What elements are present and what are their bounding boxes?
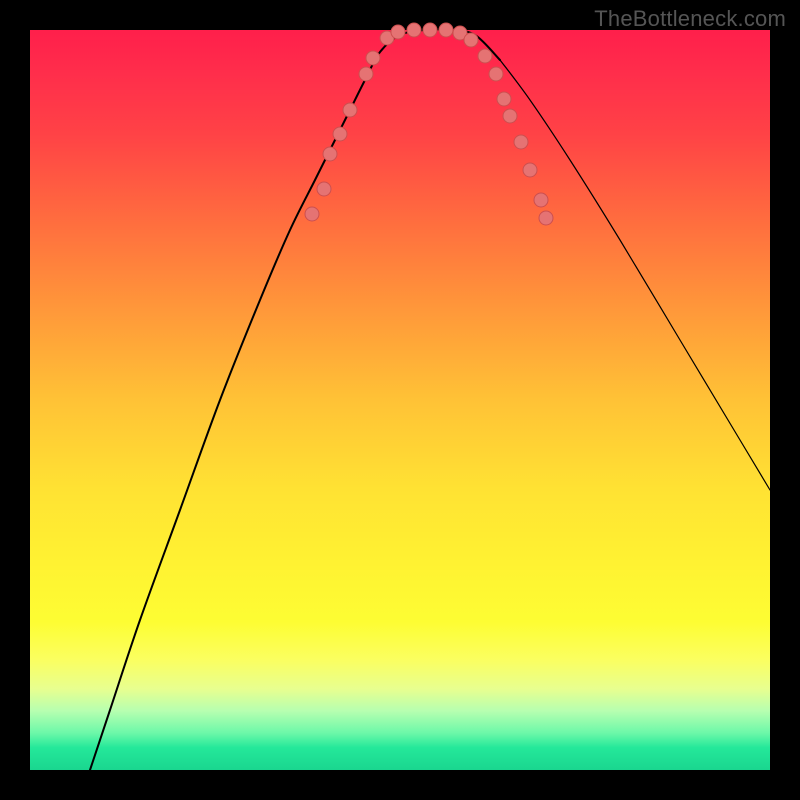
plot-area: [30, 30, 770, 770]
watermark-text: TheBottleneck.com: [594, 6, 786, 32]
data-point: [305, 207, 319, 221]
data-point: [359, 67, 373, 81]
data-point: [534, 193, 548, 207]
data-point: [423, 23, 437, 37]
data-point: [407, 23, 421, 37]
data-point: [439, 23, 453, 37]
data-point: [323, 147, 337, 161]
data-point: [514, 135, 528, 149]
data-point: [523, 163, 537, 177]
data-point: [503, 109, 517, 123]
data-point: [333, 127, 347, 141]
data-point: [489, 67, 503, 81]
data-point: [366, 51, 380, 65]
curve-path: [90, 29, 770, 770]
data-point: [343, 103, 357, 117]
data-point: [497, 92, 511, 106]
chart-frame: TheBottleneck.com: [0, 0, 800, 800]
data-point: [391, 25, 405, 39]
chart-svg: [30, 30, 770, 770]
data-point: [464, 33, 478, 47]
data-point: [539, 211, 553, 225]
data-point: [478, 49, 492, 63]
data-point: [317, 182, 331, 196]
